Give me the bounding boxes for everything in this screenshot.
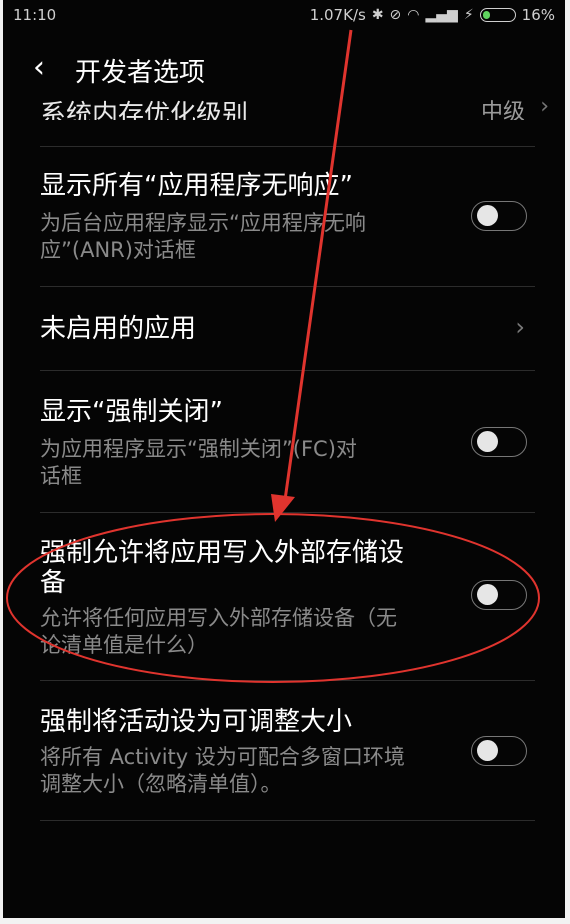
toggle-knob [477,205,498,226]
toggle-knob [477,740,498,761]
toggle-knob [477,584,498,605]
page-title: 开发者选项 [75,58,206,88]
status-time: 11:10 [13,6,57,24]
toggle-switch[interactable] [471,201,527,231]
toggle-switch[interactable] [471,580,527,610]
row-description-line2: 话框 [40,464,82,488]
phone-screen: 11:10 1.07K/s ✱ ⊘ ◠ ▂▄▆ ⚡ 16% ‹ 开发者选项 系统… [3,0,565,918]
signal-icon: ▂▄▆ [425,7,458,23]
status-bar: 11:10 1.07K/s ✱ ⊘ ◠ ▂▄▆ ⚡ 16% [3,0,565,36]
wifi-icon: ◠ [407,7,420,23]
status-icons: 1.07K/s ✱ ⊘ ◠ ▂▄▆ ⚡ 16% [310,6,555,24]
settings-row-force-resizable-activities[interactable]: 强制将活动设为可调整大小 将所有 Activity 设为可配合多窗口环境 调整大… [3,680,565,820]
network-speed: 1.07K/s [309,6,366,24]
row-description-line2: 应”(ANR)对话框 [40,238,196,262]
row-label: 系统内存优化级别 [40,100,249,120]
charging-icon: ⚡ [463,7,474,23]
toggle-switch[interactable] [471,736,527,766]
row-description-line2: 论清单值是什么） [40,633,208,657]
row-title: 强制将活动设为可调整大小 [40,707,353,737]
settings-row-show-force-close[interactable]: 显示“强制关闭” 为应用程序显示“强制关闭”(FC)对 话框 [3,370,565,512]
battery-percent: 16% [521,6,555,24]
row-title-line1: 强制允许将应用写入外部存储设 [40,538,405,568]
settings-row-inactive-apps[interactable]: 未启用的应用 › [3,286,565,370]
chevron-right-icon: › [515,313,525,341]
row-title-line2: 备 [40,568,67,598]
settings-row-memory-optimization[interactable]: 系统内存优化级别 中级 › [3,86,565,120]
settings-row-show-all-anr[interactable]: 显示所有“应用程序无响应” 为后台应用程序显示“应用程序无响 应”(ANR)对话… [3,146,565,286]
row-title: 显示所有“应用程序无响应” [40,171,353,201]
row-title: 显示“强制关闭” [40,397,223,427]
settings-row-force-external-storage[interactable]: 强制允许将应用写入外部存储设 备 允许将任何应用写入外部存储设备（无 论清单值是… [3,512,565,680]
row-description-line1: 允许将任何应用写入外部存储设备（无 [40,606,397,630]
toggle-knob [477,431,498,452]
chevron-left-icon[interactable]: ‹ [33,50,61,86]
row-value: 中级 [480,100,525,120]
chevron-right-icon: › [540,94,549,119]
row-description-line2: 调整大小（忽略清单值）。 [40,772,282,796]
row-description-line1: 为后台应用程序显示“应用程序无响 [40,211,366,235]
row-title: 未启用的应用 [40,314,197,344]
row-description-line1: 将所有 Activity 设为可配合多窗口环境 [40,745,405,769]
alarm-off-icon: ⊘ [389,7,402,23]
bluetooth-icon: ✱ [371,7,384,23]
row-description-line1: 为应用程序显示“强制关闭”(FC)对 [40,437,357,461]
toggle-switch[interactable] [471,427,527,457]
battery-icon [479,8,516,22]
divider [40,820,535,821]
